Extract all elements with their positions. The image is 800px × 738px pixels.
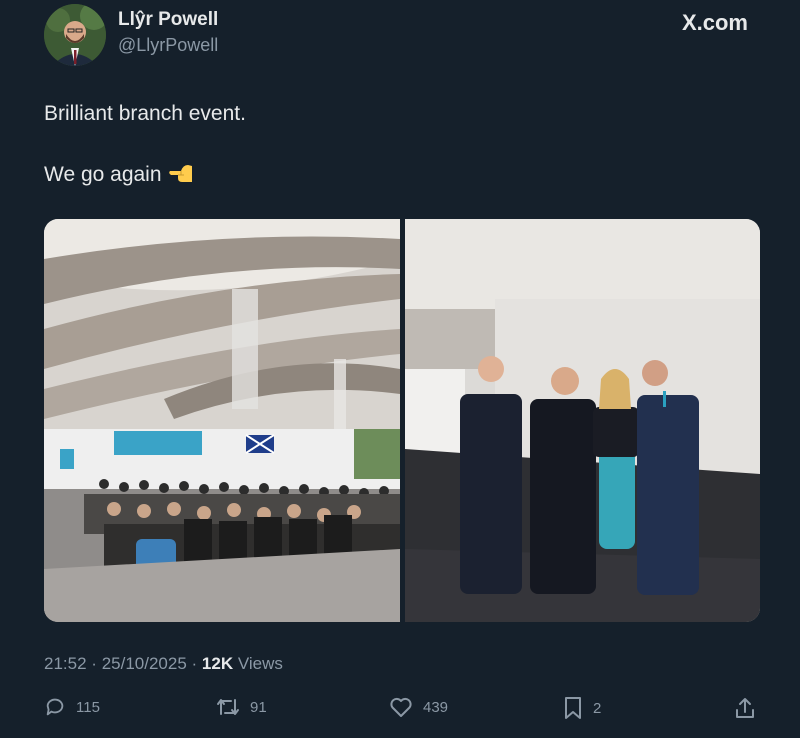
tweet-text-line2-text: We go again (44, 163, 162, 186)
like-icon (389, 696, 413, 718)
event-hall-photo[interactable] (44, 219, 400, 622)
pointing-hand-emoji-icon (168, 162, 194, 190)
tweet-text-line1: Brilliant branch event. (44, 102, 246, 125)
like-button[interactable]: 439 (389, 696, 448, 718)
tweet-date[interactable]: 25/10/2025 (102, 654, 187, 673)
x-logo: X.com (681, 10, 748, 35)
reply-icon (44, 696, 66, 718)
like-count: 439 (423, 698, 449, 716)
author-name[interactable]: Llŷr Powell (118, 9, 218, 31)
repost-count: 91 (250, 698, 267, 716)
bookmark-icon (563, 696, 583, 720)
share-icon (734, 696, 756, 720)
views-count: 12K (201, 654, 234, 673)
bookmark-count: 2 (593, 699, 602, 717)
tweet-meta: 21:52 · 25/10/2025 · 12K Views (44, 654, 283, 674)
repost-icon (216, 696, 240, 718)
group-photo[interactable] (405, 219, 760, 622)
repost-button[interactable]: 91 (216, 696, 267, 718)
tweet-text-line2: We go again (44, 162, 194, 190)
views-label: Views (237, 654, 283, 673)
bookmark-button[interactable]: 2 (563, 696, 601, 720)
author-handle[interactable]: @LlyrPowell (118, 35, 218, 56)
meta-separator: · (191, 654, 198, 673)
media-grid (44, 219, 760, 622)
meta-separator: · (91, 654, 97, 673)
avatar[interactable] (44, 4, 106, 66)
reply-button[interactable]: 115 (44, 696, 100, 718)
share-button[interactable] (734, 696, 756, 720)
tweet-time[interactable]: 21:52 (44, 654, 87, 673)
reply-count: 115 (76, 698, 100, 716)
tweet-actions: 115 91 439 2 (44, 696, 760, 726)
